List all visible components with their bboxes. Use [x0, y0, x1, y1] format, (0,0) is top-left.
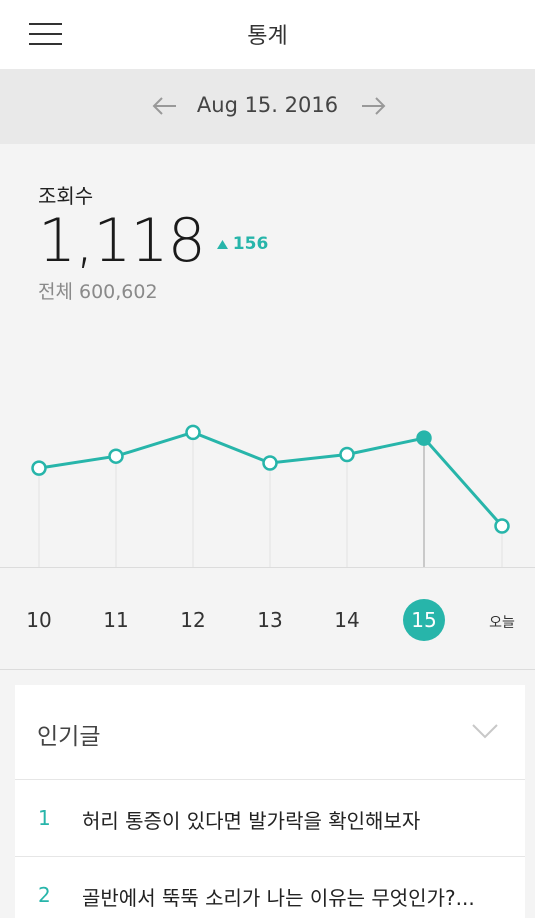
date-selector: 10 11 12 13 14 15 오늘: [0, 567, 535, 670]
chart-point[interactable]: [185, 424, 201, 441]
date-navigator: Aug 15. 2016: [0, 69, 535, 144]
x-label[interactable]: 11: [86, 608, 146, 632]
post-title: 골반에서 뚝뚝 소리가 나는 이유는 무엇인가?...: [82, 886, 475, 910]
popular-posts-panel: 인기글 1 허리 통증이 있다면 발가락을 확인해보자 2 골반에서 뚝뚝 소리…: [15, 685, 525, 918]
chart-point[interactable]: [108, 448, 124, 464]
chart-point[interactable]: [339, 446, 355, 463]
chart-point[interactable]: [416, 430, 432, 446]
post-rank: 1: [38, 806, 51, 830]
x-label[interactable]: 오늘: [472, 612, 532, 632]
views-summary: 조회수 1,118 156 전체 600,602: [38, 180, 268, 304]
arrow-right-icon[interactable]: [358, 91, 388, 121]
views-label: 조회수: [38, 184, 94, 208]
x-label[interactable]: 10: [9, 608, 69, 632]
chart-point[interactable]: [262, 455, 278, 471]
chart-point[interactable]: [31, 460, 47, 476]
views-line-chart: [31, 424, 510, 567]
app-bar: 통계: [0, 0, 535, 69]
popular-post-item[interactable]: 2 골반에서 뚝뚝 소리가 나는 이유는 무엇인가?...: [15, 857, 525, 918]
views-delta: 156: [216, 234, 269, 254]
x-label[interactable]: 14: [317, 608, 377, 632]
current-date: Aug 15. 2016: [196, 93, 339, 117]
popular-posts-title: 인기글: [37, 724, 101, 750]
x-label-selected[interactable]: 15: [403, 599, 445, 641]
x-label[interactable]: 12: [163, 608, 223, 632]
views-count: 1,118: [38, 206, 206, 276]
popular-post-item[interactable]: 1 허리 통증이 있다면 발가락을 확인해보자: [15, 780, 525, 857]
page-title: 통계: [247, 24, 288, 49]
total-views: 전체 600,602: [38, 281, 158, 303]
chevron-down-icon[interactable]: [471, 723, 499, 739]
post-title: 허리 통증이 있다면 발가락을 확인해보자: [82, 809, 421, 833]
post-rank: 2: [38, 883, 51, 907]
delta-value: 156: [232, 234, 269, 254]
chart-point[interactable]: [494, 518, 510, 534]
triangle-up-icon: [216, 239, 228, 249]
x-label[interactable]: 13: [240, 608, 300, 632]
popular-posts-header[interactable]: 인기글: [15, 685, 525, 780]
